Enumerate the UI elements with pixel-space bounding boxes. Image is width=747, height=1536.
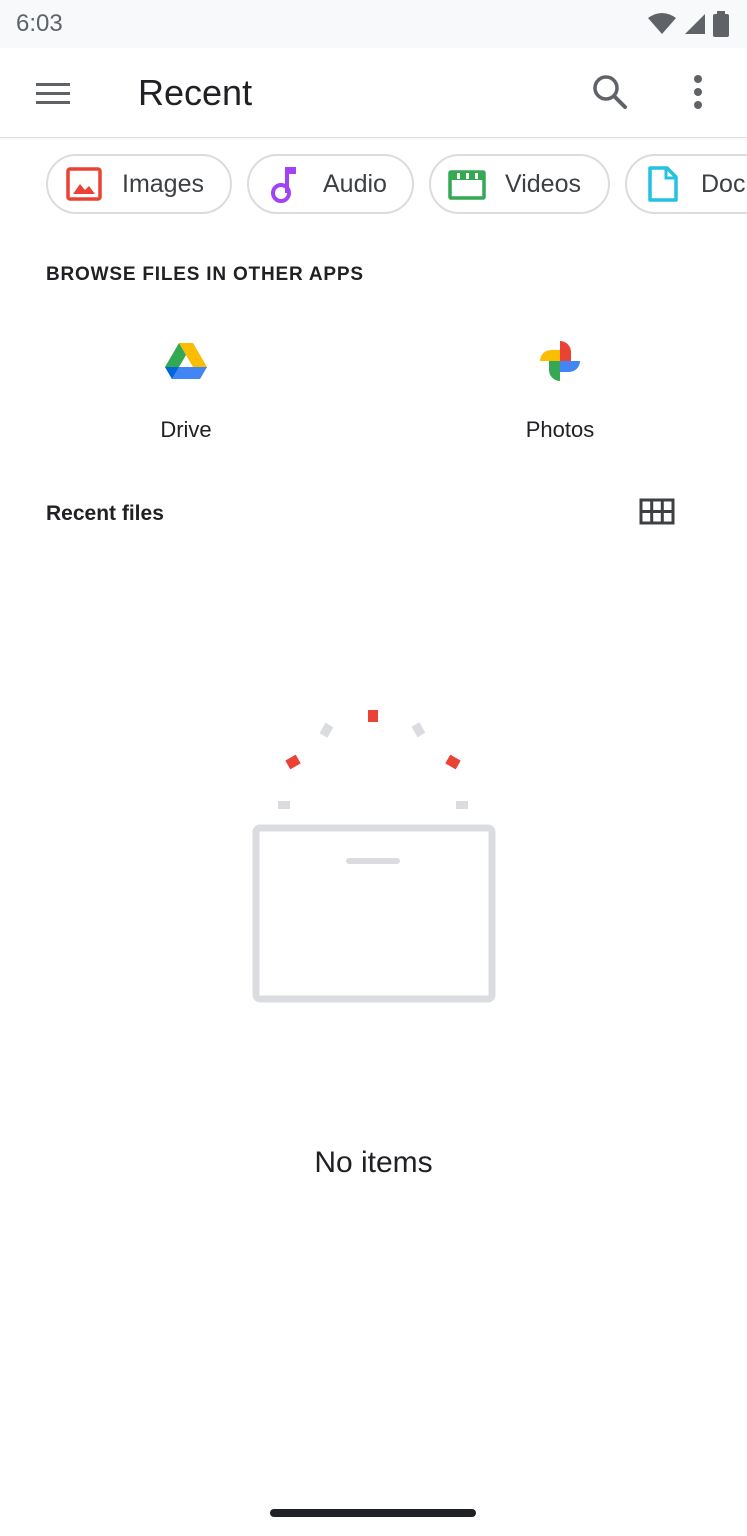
google-photos-icon bbox=[540, 341, 580, 381]
app-bar: Recent bbox=[0, 48, 747, 138]
category-chips: Images Audio Videos Doc bbox=[46, 154, 747, 216]
status-time: 6:03 bbox=[16, 10, 63, 37]
search-icon bbox=[593, 75, 627, 109]
page-title: Recent bbox=[138, 72, 253, 113]
grid-view-icon bbox=[639, 498, 675, 525]
gesture-nav-handle[interactable] bbox=[270, 1509, 476, 1517]
status-bar: 6:03 bbox=[0, 0, 747, 48]
battery-icon bbox=[713, 11, 729, 37]
menu-button[interactable] bbox=[28, 74, 76, 114]
chip-images[interactable]: Images bbox=[46, 154, 232, 214]
chip-label: Doc bbox=[701, 169, 746, 198]
movie-icon bbox=[447, 164, 487, 204]
chip-videos[interactable]: Videos bbox=[429, 154, 610, 214]
recent-files-title: Recent files bbox=[46, 502, 164, 525]
chip-label: Videos bbox=[505, 169, 581, 198]
app-photos[interactable]: Photos bbox=[460, 325, 660, 455]
browse-section-title: BROWSE FILES IN OTHER APPS bbox=[46, 264, 364, 285]
grid-view-toggle[interactable] bbox=[634, 492, 678, 532]
image-icon bbox=[64, 164, 104, 204]
chip-documents[interactable]: Doc bbox=[625, 154, 747, 214]
music-note-icon bbox=[265, 164, 305, 204]
google-drive-icon bbox=[165, 343, 207, 379]
cell-signal-icon bbox=[685, 14, 705, 34]
more-vert-icon bbox=[694, 75, 702, 109]
app-drive[interactable]: Drive bbox=[86, 325, 286, 455]
chip-label: Audio bbox=[323, 169, 387, 198]
chip-label: Images bbox=[122, 169, 204, 198]
chip-audio[interactable]: Audio bbox=[247, 154, 414, 214]
app-label: Photos bbox=[525, 417, 595, 442]
wifi-icon bbox=[648, 13, 676, 34]
hamburger-menu-icon bbox=[36, 83, 70, 104]
search-button[interactable] bbox=[588, 70, 632, 114]
more-options-button[interactable] bbox=[678, 70, 718, 114]
empty-box-illustration bbox=[252, 710, 496, 1003]
app-label: Drive bbox=[160, 417, 212, 442]
document-icon bbox=[643, 164, 683, 204]
status-icons bbox=[647, 10, 729, 38]
empty-state-message: No items bbox=[314, 1146, 433, 1179]
